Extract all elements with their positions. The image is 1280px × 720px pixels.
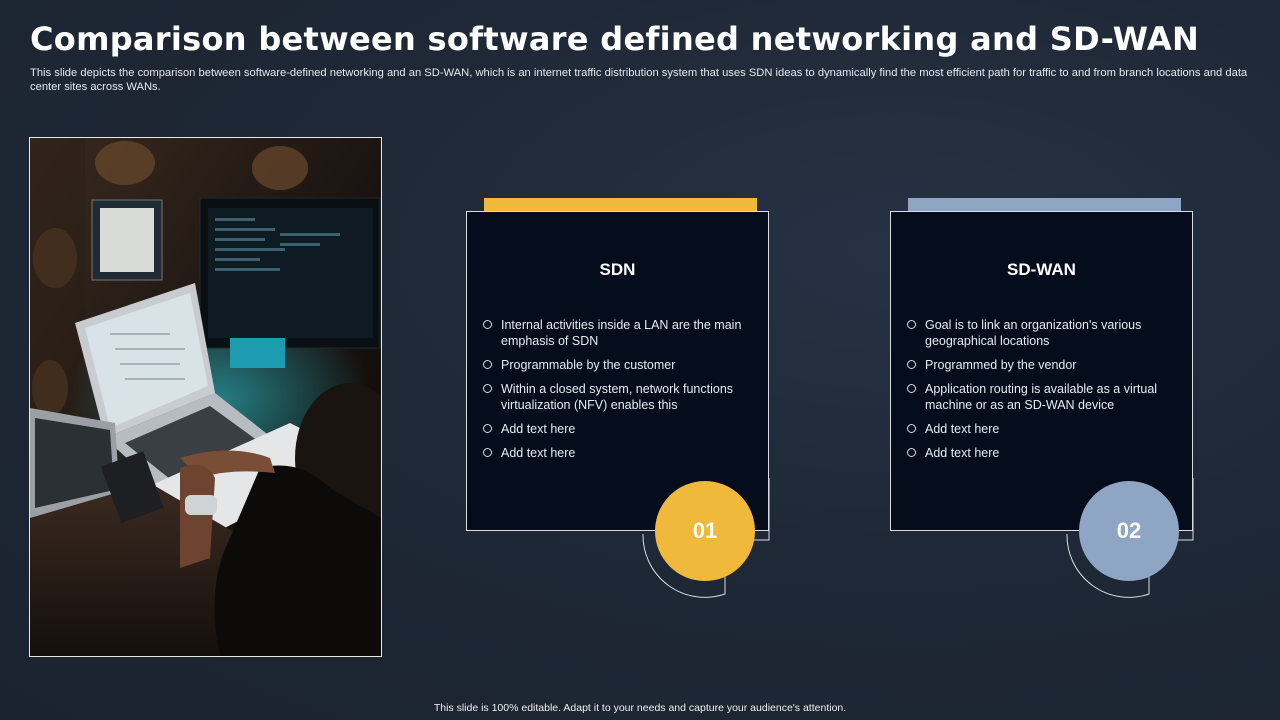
- sdwan-card: SD-WAN Goal is to link an organization's…: [887, 198, 1197, 598]
- workspace-photo-illustration: [30, 138, 381, 656]
- bullet-circle-icon: [907, 384, 916, 393]
- list-item: Goal is to link an organization's variou…: [905, 317, 1181, 349]
- bullet-circle-icon: [483, 384, 492, 393]
- bullet-circle-icon: [907, 424, 916, 433]
- bullet-text: Add text here: [925, 422, 1000, 436]
- bullet-text: Within a closed system, network function…: [501, 382, 734, 412]
- sdwan-card-title: SD-WAN: [1007, 260, 1076, 279]
- sdwan-bullet-list: Goal is to link an organization's variou…: [905, 317, 1181, 469]
- bullet-circle-icon: [483, 320, 492, 329]
- sdn-card-title: SDN: [599, 260, 636, 279]
- list-item: Internal activities inside a LAN are the…: [481, 317, 757, 349]
- sdn-number-badge: 01: [655, 481, 755, 581]
- bullet-circle-icon: [483, 360, 492, 369]
- bullet-text: Goal is to link an organization's variou…: [925, 318, 1142, 348]
- bullet-text: Add text here: [925, 446, 1000, 460]
- sdwan-accent-bar: [908, 198, 1181, 212]
- list-item: Add text here: [905, 421, 1181, 437]
- sdn-accent-bar: [484, 198, 757, 212]
- list-item: Within a closed system, network function…: [481, 381, 757, 413]
- sdn-card: SDN Internal activities inside a LAN are…: [463, 198, 773, 598]
- bullet-circle-icon: [483, 424, 492, 433]
- sdn-bullet-list: Internal activities inside a LAN are the…: [481, 317, 757, 469]
- list-item: Add text here: [481, 445, 757, 461]
- bullet-text: Application routing is available as a vi…: [925, 382, 1158, 412]
- list-item: Add text here: [481, 421, 757, 437]
- slide-footer: This slide is 100% editable. Adapt it to…: [433, 702, 847, 714]
- sdwan-number-badge: 02: [1079, 481, 1179, 581]
- bullet-circle-icon: [907, 448, 916, 457]
- bullet-text: Add text here: [501, 446, 576, 460]
- bullet-circle-icon: [907, 360, 916, 369]
- list-item: Add text here: [905, 445, 1181, 461]
- slide-title: Comparison between software defined netw…: [30, 20, 1200, 58]
- list-item: Application routing is available as a vi…: [905, 381, 1181, 413]
- bullet-text: Internal activities inside a LAN are the…: [501, 318, 742, 348]
- list-item: Programmable by the customer: [481, 357, 757, 373]
- bullet-text: Programmable by the customer: [501, 358, 676, 372]
- list-item: Programmed by the vendor: [905, 357, 1181, 373]
- bullet-circle-icon: [483, 448, 492, 457]
- workspace-photo: [29, 137, 382, 657]
- bullet-text: Programmed by the vendor: [925, 358, 1077, 372]
- bullet-text: Add text here: [501, 422, 576, 436]
- bullet-circle-icon: [907, 320, 916, 329]
- slide-subtitle: This slide depicts the comparison betwee…: [30, 67, 1248, 93]
